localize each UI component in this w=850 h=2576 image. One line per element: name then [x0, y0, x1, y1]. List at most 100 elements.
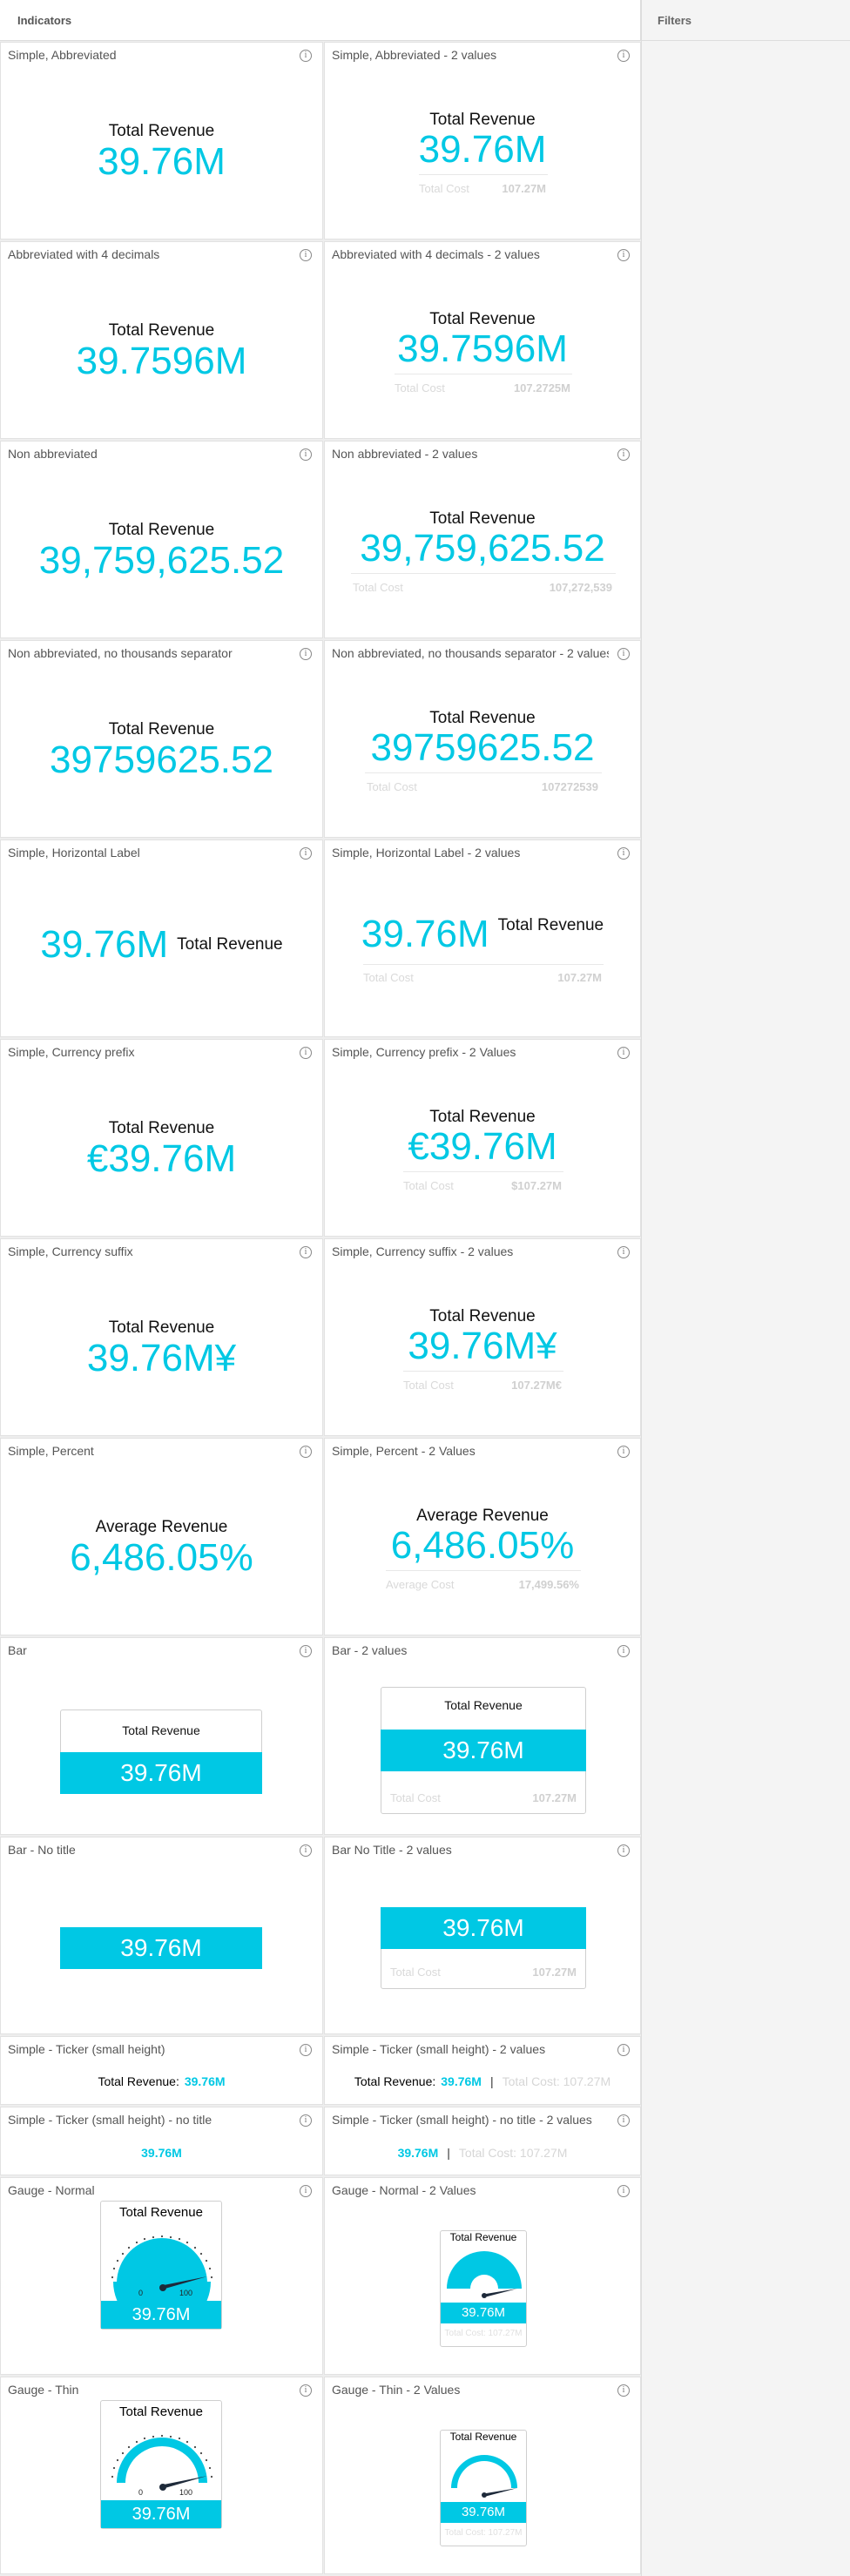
divider [363, 964, 604, 965]
secondary-label: Total Cost [395, 381, 445, 394]
info-icon[interactable]: i [617, 1246, 630, 1258]
info-icon[interactable]: i [617, 2044, 630, 2056]
indicator-card[interactable]: Simple, Percent i Average Revenue 6,486.… [0, 1438, 323, 1635]
info-icon[interactable]: i [300, 1047, 312, 1059]
indicator-label: Average Revenue [416, 1507, 549, 1525]
indicator-card[interactable]: Simple - Ticker (small height) - no titl… [324, 2107, 641, 2175]
info-icon[interactable]: i [300, 50, 312, 62]
info-icon[interactable]: i [300, 2384, 312, 2397]
indicator-card[interactable]: Simple, Horizontal Label - 2 values i 39… [324, 840, 641, 1037]
dashboard-title: Indicators [17, 14, 72, 27]
indicator-card[interactable]: Simple, Currency prefix i Total Revenue … [0, 1039, 323, 1237]
indicator-card[interactable]: Non abbreviated i Total Revenue 39,759,6… [0, 441, 323, 638]
info-icon[interactable]: i [617, 1645, 630, 1657]
secondary-value: 107272539 [541, 780, 598, 793]
secondary-value: Total Cost: 107.27M [458, 2146, 568, 2160]
indicator-card[interactable]: Abbreviated with 4 decimals i Total Reve… [0, 241, 323, 439]
indicator-value: 39.76M¥ [408, 1325, 557, 1367]
indicator-card[interactable]: Simple, Currency suffix i Total Revenue … [0, 1238, 323, 1436]
bar-value: 39.76M [60, 1927, 262, 1969]
indicator-card[interactable]: Simple, Currency suffix - 2 values i Tot… [324, 1238, 641, 1436]
info-icon[interactable]: i [617, 2185, 630, 2197]
indicator-value: 39.76M [418, 128, 547, 171]
card-title: Non abbreviated - 2 values [332, 447, 478, 461]
info-icon[interactable]: i [617, 1047, 630, 1059]
indicator-card[interactable]: Gauge - Thin - 2 Values i Total Revenue … [324, 2377, 641, 2574]
indicator-label: Total Revenue: [98, 2074, 179, 2088]
card-title: Abbreviated with 4 decimals [8, 247, 160, 261]
info-icon[interactable]: i [617, 1446, 630, 1458]
indicator-card[interactable]: Bar - 2 values i Total Revenue Total Cos… [324, 1637, 641, 1835]
indicator-card[interactable]: Simple, Abbreviated i Total Revenue 39.7… [0, 42, 323, 239]
indicator-label: Total Revenue [444, 1698, 523, 1712]
indicator-card[interactable]: Non abbreviated, no thousands separator … [324, 640, 641, 838]
indicator-card[interactable]: Gauge - Normal - 2 Values i Total Revenu… [324, 2177, 641, 2375]
ticker-row: 39.76M | Total Cost: 107.27M [325, 2146, 640, 2160]
indicator-card[interactable]: Simple, Currency prefix - 2 Values i Tot… [324, 1039, 641, 1237]
indicator-card[interactable]: Gauge - Normal i Total Revenue 0 100 39.… [0, 2177, 323, 2375]
indicator-card[interactable]: Bar i Total Revenue 39.76M [0, 1637, 323, 1835]
info-icon[interactable]: i [300, 1246, 312, 1258]
indicator-label: Total Revenue [429, 509, 536, 528]
dashboard-header: Indicators [0, 0, 641, 41]
secondary-label: Total Cost [403, 1179, 454, 1192]
gauge-max: 100 [179, 2289, 192, 2297]
info-icon[interactable]: i [300, 2114, 312, 2127]
indicator-label: Total Revenue [429, 111, 536, 129]
secondary-label: Total Cost [363, 971, 414, 984]
indicator-card[interactable]: Simple, Horizontal Label i 39.76M Total … [0, 840, 323, 1037]
indicator-card[interactable]: Simple - Ticker (small height) - 2 value… [324, 2036, 641, 2105]
card-title: Simple, Horizontal Label - 2 values [332, 846, 521, 860]
gauge-value: 39.76M [441, 2303, 526, 2323]
info-icon[interactable]: i [300, 448, 312, 461]
info-icon[interactable]: i [300, 1844, 312, 1857]
divider [386, 1570, 581, 1571]
info-icon[interactable]: i [617, 2114, 630, 2127]
gauge-min: 0 [138, 2289, 143, 2297]
indicator-value: €39.76M [86, 1137, 237, 1180]
gauge-label: Total Revenue [119, 2205, 203, 2220]
info-icon[interactable]: i [300, 2185, 312, 2197]
indicator-label: Average Revenue [95, 1518, 228, 1536]
gauge-thin: 0 100 [111, 2434, 213, 2497]
info-icon[interactable]: i [300, 648, 312, 660]
ticker-row: 39.76M [1, 2146, 322, 2160]
info-icon[interactable]: i [617, 2384, 630, 2397]
indicator-value: 39.7596M [76, 340, 247, 382]
info-icon[interactable]: i [617, 249, 630, 261]
indicator-card[interactable]: Bar No Title - 2 values i Total Cost 107… [324, 1837, 641, 2034]
card-title: Bar - No title [8, 1843, 76, 1857]
gauge-value: 39.76M [441, 2502, 526, 2523]
info-icon[interactable]: i [300, 2044, 312, 2056]
gauge-normal [447, 2251, 522, 2298]
card-title: Simple, Abbreviated - 2 values [332, 48, 497, 62]
indicator-card[interactable]: Non abbreviated - 2 values i Total Reven… [324, 441, 641, 638]
indicator-card[interactable]: Simple - Ticker (small height) i Total R… [0, 2036, 323, 2105]
indicator-card[interactable]: Simple - Ticker (small height) - no titl… [0, 2107, 323, 2175]
card-title: Bar - 2 values [332, 1643, 408, 1657]
secondary-label: Total Cost [419, 182, 469, 195]
info-icon[interactable]: i [617, 648, 630, 660]
indicator-value: 39.76M [141, 2146, 182, 2160]
gauge-value: 39.76M [101, 2500, 221, 2528]
info-icon[interactable]: i [617, 448, 630, 461]
indicator-card[interactable]: Gauge - Thin i Total Revenue 0 100 39.76… [0, 2377, 323, 2574]
indicator-value: 39759625.52 [370, 726, 595, 769]
indicator-card[interactable]: Non abbreviated, no thousands separator … [0, 640, 323, 838]
indicator-card[interactable]: Simple, Percent - 2 Values i Average Rev… [324, 1438, 641, 1635]
info-icon[interactable]: i [617, 847, 630, 860]
indicator-value: €39.76M [408, 1125, 557, 1168]
info-icon[interactable]: i [300, 1446, 312, 1458]
indicator-card[interactable]: Abbreviated with 4 decimals - 2 values i… [324, 241, 641, 439]
info-icon[interactable]: i [300, 1645, 312, 1657]
secondary-value: 107,272,539 [549, 581, 612, 594]
indicator-label: Total Revenue [429, 1108, 536, 1126]
info-icon[interactable]: i [300, 847, 312, 860]
info-icon[interactable]: i [617, 50, 630, 62]
info-icon[interactable]: i [300, 249, 312, 261]
gauge-frame: Total Revenue 0 100 39.76M [100, 2201, 222, 2330]
indicator-card[interactable]: Simple, Abbreviated - 2 values i Total R… [324, 42, 641, 239]
gauge-min: 0 [138, 2488, 143, 2497]
info-icon[interactable]: i [617, 1844, 630, 1857]
indicator-card[interactable]: Bar - No title i 39.76M [0, 1837, 323, 2034]
